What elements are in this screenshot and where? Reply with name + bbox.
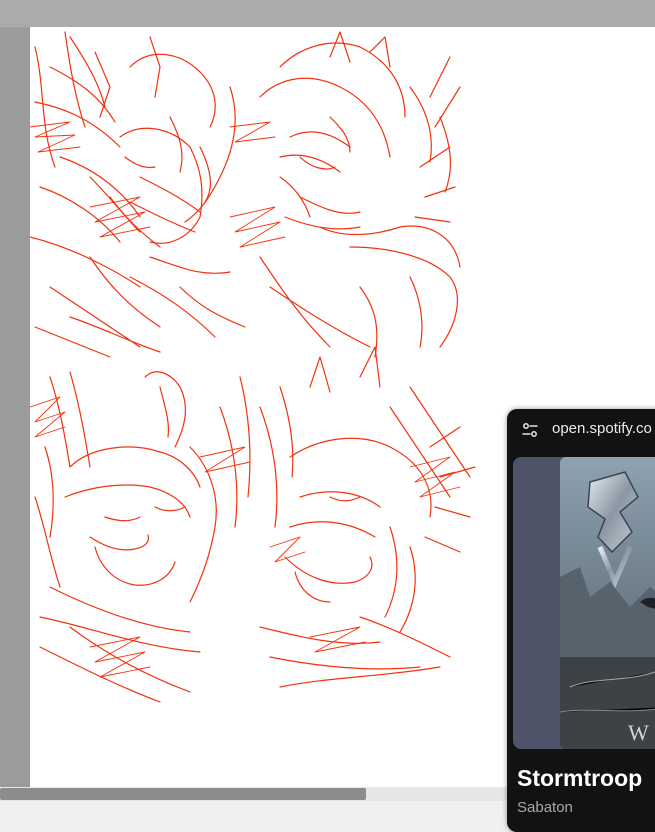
track-title[interactable]: Stormtroop bbox=[517, 765, 642, 792]
tune-icon[interactable] bbox=[521, 421, 539, 439]
sketch-head-wolf-top-left bbox=[30, 31, 246, 358]
horizontal-scrollbar-thumb[interactable] bbox=[0, 788, 366, 800]
miniplayer-header: open.spotify.co bbox=[507, 409, 655, 449]
sketch-head-top-right bbox=[259, 31, 461, 358]
sketch-head-wolf-bottom-right bbox=[259, 346, 476, 688]
workspace-gutter bbox=[0, 27, 30, 787]
album-art: W bbox=[560, 457, 655, 749]
red-sketch-drawing bbox=[30, 31, 476, 703]
svg-text:W: W bbox=[628, 720, 649, 745]
miniplayer-url: open.spotify.co bbox=[552, 420, 652, 437]
track-artist[interactable]: Sabaton bbox=[517, 799, 573, 816]
spotify-miniplayer[interactable]: open.spotify.co W Stormtroop Sabaton bbox=[507, 409, 655, 832]
